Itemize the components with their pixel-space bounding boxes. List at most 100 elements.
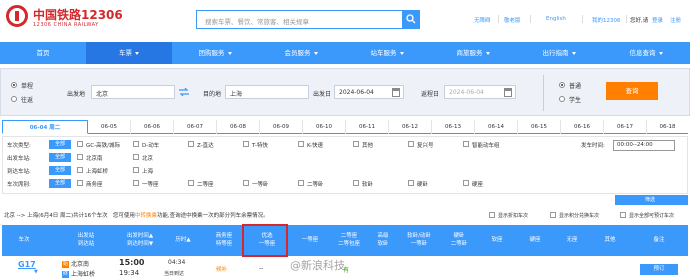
nav-tickets[interactable]: 车票 (86, 42, 172, 64)
nav-station-service[interactable]: 站车服务 (344, 42, 430, 64)
date-tab[interactable]: 06-07 (174, 120, 217, 134)
col-header: 其他 (604, 236, 616, 243)
col-header[interactable]: 出发时间▲ 到达时间▼ (112, 225, 168, 256)
arrival-time: 19:34 (119, 269, 140, 277)
query-button[interactable]: 查询 (606, 82, 658, 100)
checkbox[interactable] (353, 180, 359, 186)
chevron-down-icon (399, 51, 404, 55)
col-header: 软座 (491, 236, 503, 243)
nav-info-query[interactable]: 信息查询 (602, 42, 690, 64)
checkbox[interactable] (77, 141, 83, 147)
nav-group-service[interactable]: 团购服务 (172, 42, 258, 64)
checkbox[interactable] (243, 141, 249, 147)
calendar-icon[interactable] (504, 88, 512, 97)
filter-option: 其他 (362, 143, 374, 149)
from-station-filter-label: 出发车站: (7, 156, 31, 162)
book-button[interactable]: 预订 (640, 264, 678, 275)
checkbox[interactable] (298, 180, 304, 186)
depart-time-select[interactable]: 00:00--24:00 (613, 140, 675, 151)
to-station-input[interactable]: 上海 (225, 85, 309, 99)
select-all-seats[interactable]: 全部 (49, 179, 71, 188)
depart-date-label: 出发日 (313, 91, 332, 98)
checkbox[interactable] (133, 180, 139, 186)
checkbox[interactable] (77, 167, 83, 173)
date-tab[interactable]: 06-12 (389, 120, 432, 134)
filter-option: D-动车 (142, 143, 160, 149)
chevron-down-icon[interactable]: ▼ (34, 269, 38, 275)
round-trip-label: 往返 (21, 97, 34, 104)
checkbox[interactable] (298, 141, 304, 147)
date-tab[interactable]: 06-04 周二 (2, 120, 88, 134)
chevron-down-icon (135, 51, 139, 55)
brand-subtitle: 12306 CHINA RAILWAY (33, 22, 99, 28)
transfer-link[interactable]: 中转换乘 (135, 213, 157, 219)
checkbox[interactable] (408, 141, 414, 147)
filter-button[interactable]: 筛选 (615, 195, 688, 205)
checkbox[interactable] (77, 180, 83, 186)
calendar-icon[interactable] (392, 88, 400, 97)
select-all-to-stations[interactable]: 全部 (49, 166, 71, 175)
checkbox[interactable] (408, 180, 414, 186)
english-link[interactable]: English (546, 16, 566, 22)
register-link[interactable]: 注册 (670, 16, 681, 24)
ticket-query-form: 单程 往返 出发地 北京 目的地 上海 出发日 2024-06-04 返程日 2… (0, 68, 690, 116)
date-tab[interactable]: 06-16 (561, 120, 604, 134)
from-station-input[interactable]: 北京 (91, 85, 175, 99)
nav-member-service[interactable]: 会员服务 (258, 42, 344, 64)
date-tab[interactable]: 06-10 (303, 120, 346, 134)
date-tab[interactable]: 06-13 (432, 120, 475, 134)
radio-student-ticket[interactable] (559, 96, 565, 102)
checkbox[interactable] (243, 180, 249, 186)
show-discount-trains: 显示折扣车次 (498, 213, 529, 219)
date-tab[interactable]: 06-05 (88, 120, 131, 134)
checkbox[interactable] (188, 141, 194, 147)
checkbox[interactable] (133, 167, 139, 173)
date-tab[interactable]: 06-11 (346, 120, 389, 134)
checkbox[interactable] (463, 180, 469, 186)
col-header[interactable]: 车次 (2, 225, 46, 256)
radio-one-way[interactable] (11, 82, 17, 88)
col-header[interactable]: 历时▲ (168, 225, 198, 256)
col-header: 出发站 到达站 (77, 233, 95, 247)
filter-option: 二等座 (197, 182, 214, 188)
date-tab[interactable]: 06-14 (475, 120, 518, 134)
nav-travel-guide[interactable]: 出行指南 (516, 42, 602, 64)
checkbox[interactable] (133, 141, 139, 147)
date-tab[interactable]: 06-06 (131, 120, 174, 134)
checkbox[interactable] (133, 154, 139, 160)
select-all-from-stations[interactable]: 全部 (49, 153, 71, 162)
checkbox[interactable] (550, 212, 556, 218)
my-12306-link[interactable]: 我的12306 (592, 16, 621, 24)
date-tab[interactable]: 06-18 (647, 120, 688, 134)
radio-round-trip[interactable] (11, 96, 17, 102)
checkbox[interactable] (620, 212, 626, 218)
radio-adult-ticket[interactable] (559, 82, 565, 88)
seat-type-filter-label: 车次席别: (7, 182, 31, 188)
filter-option: 北京南 (86, 156, 103, 162)
date-tab[interactable]: 06-15 (518, 120, 561, 134)
accessibility-link[interactable]: 无障碍 (474, 16, 491, 24)
search-button[interactable] (402, 10, 420, 29)
brand-title[interactable]: 中国铁路12306 (33, 6, 123, 23)
login-link[interactable]: 登录 (652, 16, 663, 24)
railway-logo-icon[interactable] (6, 5, 28, 27)
select-all-train-types[interactable]: 全部 (49, 140, 71, 149)
checkbox[interactable] (489, 212, 495, 218)
date-tab[interactable]: 06-08 (217, 120, 260, 134)
checkbox[interactable] (353, 141, 359, 147)
site-search-input[interactable]: 搜索车票、餐饮、常旅客、相关规章 (196, 10, 402, 29)
business-seat-status[interactable]: 候补 (216, 265, 227, 273)
elder-mode-link[interactable]: 敬老版 (504, 16, 521, 24)
col-header: 高级 软卧 (377, 233, 389, 247)
table-row: G17 ▼ 始北京南 终上海虹桥 15:00 19:34 04:34 当日到达 … (2, 257, 688, 279)
date-tab[interactable]: 06-09 (260, 120, 303, 134)
checkbox[interactable] (463, 141, 469, 147)
date-tab[interactable]: 06-17 (604, 120, 647, 134)
train-number-link[interactable]: G17 (18, 260, 36, 269)
checkbox[interactable] (77, 154, 83, 160)
filter-option: 二等卧 (307, 182, 324, 188)
swap-icon[interactable] (179, 88, 189, 96)
nav-business-travel[interactable]: 商旅服务 (430, 42, 516, 64)
nav-home[interactable]: 首页 (0, 42, 86, 64)
checkbox[interactable] (188, 180, 194, 186)
